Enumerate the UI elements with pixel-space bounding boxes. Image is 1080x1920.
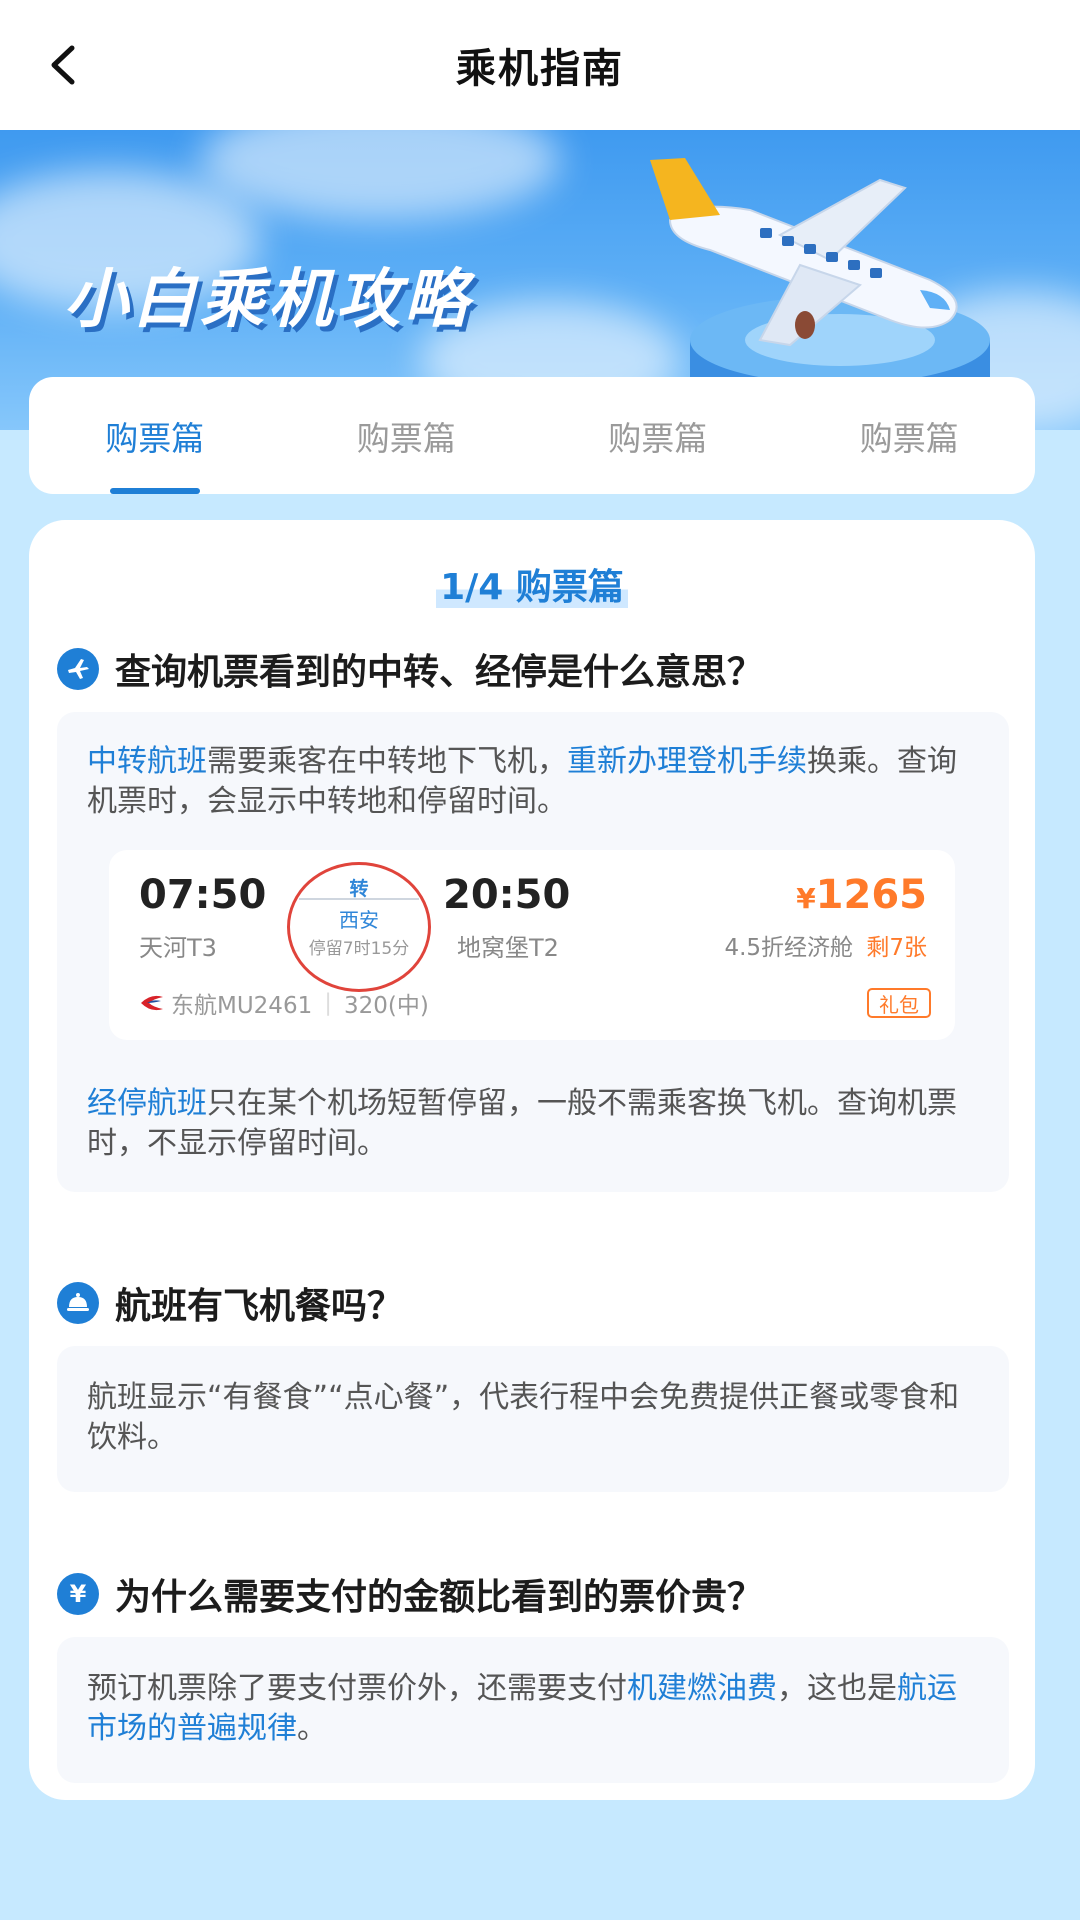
- answer-meal-paragraph: 航班显示“有餐食”“点心餐”，代表行程中会免费提供正餐或零食和饮料。: [87, 1380, 960, 1455]
- question-inflight-meal: 航班有飞机餐吗？: [57, 1277, 403, 1329]
- meal-cloche-icon: [57, 1282, 99, 1324]
- answer-text-segment: 只在某个机场短暂停留，一般不需乘客换飞机。查询机票时，不显示停留时间。: [87, 1086, 957, 1161]
- tab-label: 购票篇: [105, 418, 205, 458]
- currency-symbol: ¥: [796, 882, 816, 915]
- tab-buy-ticket-1[interactable]: 购票篇: [29, 377, 281, 494]
- tab-label: 购票篇: [608, 418, 708, 458]
- active-tab-indicator: [109, 488, 200, 494]
- gift-badge: 礼包: [867, 988, 931, 1018]
- answer-text-segment: 需要乘客在中转地下飞机，: [207, 744, 567, 779]
- top-bar: 乘机指南: [0, 0, 1080, 130]
- yen-icon: ¥: [57, 1573, 99, 1615]
- tab-label: 购票篇: [356, 418, 456, 458]
- plane-icon: [57, 648, 99, 690]
- question-transfer-stopover: 查询机票看到的中转、经停是什么意思？: [57, 643, 763, 695]
- answer-inflight-meal: 航班显示“有餐食”“点心餐”，代表行程中会免费提供正餐或零食和饮料。: [57, 1346, 1009, 1492]
- tab-buy-ticket-2[interactable]: 购票篇: [281, 377, 533, 494]
- separator: |: [324, 990, 332, 1016]
- china-eastern-logo-icon: [141, 995, 163, 1011]
- answer-price-paragraph: 预订机票除了要支付票价外，还需要支付机建燃油费，这也是航运市场的普遍规律。: [87, 1669, 977, 1749]
- flight-example-card: 07:50 天河T3 转 西安 停留7时15分 20:50 地窝堡T2 ¥126…: [109, 850, 955, 1040]
- answer-transfer-paragraph: 中转航班需要乘客在中转地下飞机，重新办理登机手续换乘。查询机票时，会显示中转地和…: [87, 742, 977, 822]
- transfer-stay: 停留7时15分: [308, 939, 410, 959]
- question-price-difference: ¥ 为什么需要支付的金额比看到的票价贵？: [57, 1568, 763, 1620]
- seats-remaining: 剩7张: [866, 935, 927, 961]
- back-button[interactable]: [38, 40, 88, 90]
- tab-buy-ticket-3[interactable]: 购票篇: [532, 377, 784, 494]
- transfer-label: 转: [349, 878, 369, 900]
- airline-flight-number: 东航MU2461: [171, 993, 313, 1019]
- arrival-airport: 地窝堡T2: [457, 934, 559, 962]
- tab-label: 购票篇: [859, 418, 959, 458]
- aircraft-type: 320(中): [343, 993, 429, 1019]
- tab-bar: 购票篇 购票篇 购票篇 购票篇: [29, 377, 1035, 494]
- cabin-class: 4.5折经济舱: [724, 935, 854, 961]
- transfer-city: 西安: [339, 908, 379, 932]
- answer-text-segment: 。: [297, 1711, 327, 1746]
- page-title: 乘机指南: [456, 46, 624, 92]
- departure-airport: 天河T3: [139, 934, 217, 962]
- airline-info: 东航MU2461 | 320(中): [139, 986, 429, 1020]
- arrival-time: 20:50: [443, 872, 571, 918]
- tab-buy-ticket-4[interactable]: 购票篇: [784, 377, 1036, 494]
- cabin-info: 4.5折经济舱 剩7张: [724, 928, 927, 962]
- guide-content-card: 1/4 购票篇 查询机票看到的中转、经停是什么意思？ 中转航班需要乘客在中转地下…: [29, 520, 1035, 1800]
- term-airport-fuel-fee: 机建燃油费: [627, 1671, 777, 1706]
- question-title: 为什么需要支付的金额比看到的票价贵？: [115, 1577, 764, 1618]
- section-progress-text: 1/4 购票篇: [436, 567, 628, 608]
- term-stopover-flight: 经停航班: [87, 1086, 207, 1121]
- ticket-price: ¥1265: [796, 872, 927, 918]
- term-recheck-in: 重新办理登机手续: [567, 744, 807, 779]
- answer-stopover-paragraph: 经停航班只在某个机场短暂停留，一般不需乘客换飞机。查询机票时，不显示停留时间。: [87, 1084, 977, 1164]
- question-title: 航班有飞机餐吗？: [115, 1286, 404, 1327]
- answer-text-segment: ，这也是: [777, 1671, 897, 1706]
- answer-transfer-stopover: 中转航班需要乘客在中转地下飞机，重新办理登机手续换乘。查询机票时，会显示中转地和…: [57, 712, 1009, 1192]
- departure-time: 07:50: [139, 872, 267, 918]
- chevron-left-icon: [51, 45, 75, 85]
- question-title: 查询机票看到的中转、经停是什么意思？: [115, 652, 764, 693]
- term-transfer-flight: 中转航班: [87, 744, 207, 779]
- price-value: 1265: [815, 872, 927, 918]
- answer-price-difference: 预订机票除了要支付票价外，还需要支付机建燃油费，这也是航运市场的普遍规律。: [57, 1637, 1009, 1783]
- banner-title: 小白乘机攻略: [64, 263, 472, 337]
- answer-text-segment: 预订机票除了要支付票价外，还需要支付: [87, 1671, 627, 1706]
- section-progress-title: 1/4 购票篇: [29, 558, 1035, 610]
